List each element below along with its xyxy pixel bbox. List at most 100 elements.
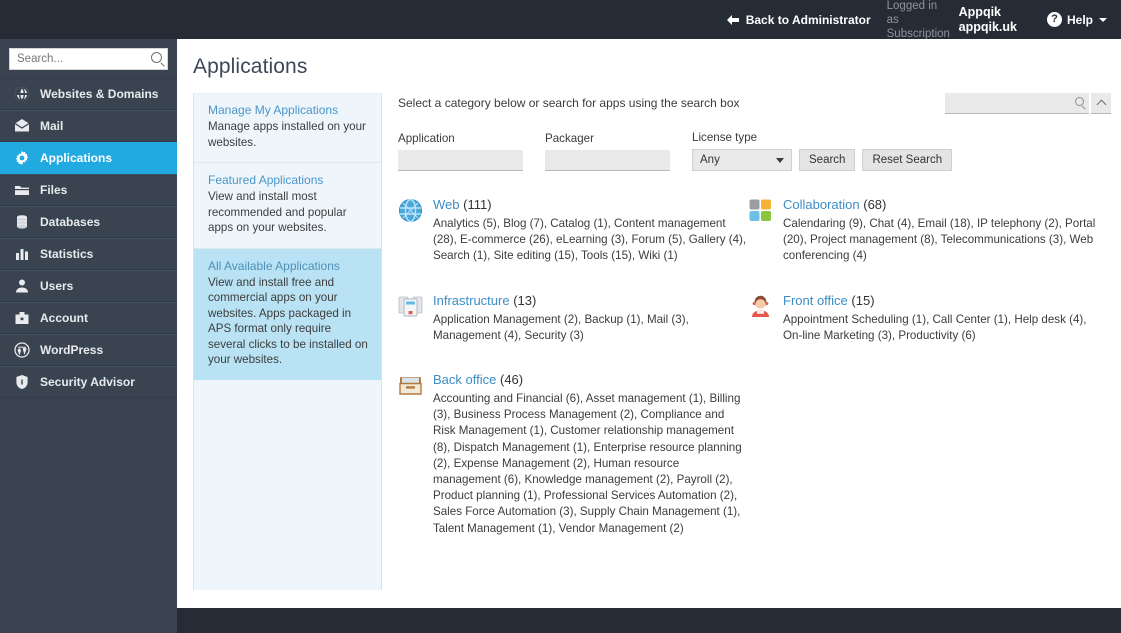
category-link[interactable]: Collaboration <box>783 197 860 212</box>
logged-in-block: Logged in as Subscription Appqik appqik.… <box>887 0 1017 41</box>
category-title: Infrastructure (13) <box>433 293 748 309</box>
sidebar-item-users[interactable]: Users <box>0 270 177 302</box>
sidebar-item-websites-domains[interactable]: Websites & Domains <box>0 78 177 110</box>
help-label: Help <box>1066 12 1093 27</box>
apps-search-field[interactable] <box>945 93 1089 114</box>
packager-filter-label: Packager <box>545 132 594 145</box>
category-body: Infrastructure (13) Application Managemen… <box>433 293 748 344</box>
sidebar-item-label: WordPress <box>40 343 104 357</box>
inbox-tray-icon <box>398 373 423 398</box>
application-filter-input[interactable] <box>398 150 523 171</box>
category-body: Back office (46) Accounting and Financial… <box>433 372 748 537</box>
briefcase-icon <box>14 310 30 326</box>
sidebar-item-security-advisor[interactable]: Security Advisor <box>0 366 177 398</box>
plesk-applications-page: Back to Administrator Logged in as Subsc… <box>0 0 1121 633</box>
category-body: Collaboration (68) Calendaring (9), Chat … <box>783 197 1098 265</box>
category-count: (68) <box>863 197 887 212</box>
footer-sidebar-bar <box>0 608 177 633</box>
sidebar-item-label: Security Advisor <box>40 375 135 389</box>
sidebar-item-label: Users <box>40 279 74 293</box>
back-arrow-icon <box>726 14 740 26</box>
category-subcategories[interactable]: Appointment Scheduling (1), Call Center … <box>783 312 1098 344</box>
category-infrastructure: Infrastructure (13) Application Managemen… <box>398 293 748 344</box>
search-icon[interactable] <box>151 52 162 63</box>
chevron-up-icon <box>1096 99 1106 110</box>
search-input[interactable] <box>10 49 167 69</box>
globe-icon <box>14 86 30 102</box>
logged-in-as-label: Logged in as Subscription <box>886 0 950 40</box>
help-menu[interactable]: ? Help <box>1046 12 1107 27</box>
apps-search-input[interactable] <box>945 93 1089 113</box>
license-filter-label: License type <box>692 131 758 144</box>
packager-filter: Packager <box>545 132 670 171</box>
packager-filter-input[interactable] <box>545 150 670 171</box>
main-content: Applications Manage My Applications Manag… <box>177 39 1121 608</box>
page-title: Applications <box>193 55 308 78</box>
sidebar-item-mail[interactable]: Mail <box>0 110 177 142</box>
sidebar-item-label: Files <box>40 183 68 197</box>
search-button[interactable]: Search <box>799 149 856 171</box>
category-grid: Web (111) Analytics (5), Blog (7), Catalo… <box>398 197 1111 565</box>
sidebar-item-wordpress[interactable]: WordPress <box>0 334 177 366</box>
info-block-description: View and install free and commercial app… <box>208 275 368 367</box>
sidebar-nav-list: Websites & Domains Mail Applications Files D… <box>0 78 177 398</box>
category-front-office: Front office (15) Appointment Scheduling … <box>748 293 1098 344</box>
sidebar-item-files[interactable]: Files <box>0 174 177 206</box>
sidebar-search-box[interactable] <box>9 48 168 70</box>
back-to-administrator-link[interactable]: Back to Administrator <box>726 13 871 27</box>
info-block-all-available-applications[interactable]: All Available Applications View and insta… <box>194 248 381 380</box>
category-title: Web (111) <box>433 197 748 213</box>
top-search-group <box>945 93 1111 114</box>
shield-icon <box>14 374 30 390</box>
info-block-description: View and install most recommended and po… <box>208 190 347 234</box>
sidebar-item-databases[interactable]: Databases <box>0 206 177 238</box>
sidebar: Websites & Domains Mail Applications Files D… <box>0 39 177 633</box>
sidebar-item-applications[interactable]: Applications <box>0 142 177 174</box>
info-block-link[interactable]: All Available Applications <box>208 259 369 273</box>
gear-icon <box>14 150 30 166</box>
category-link[interactable]: Back office <box>433 372 496 387</box>
help-icon: ? <box>1046 12 1062 27</box>
bar-chart-icon <box>14 246 30 262</box>
web-globe-icon <box>398 198 423 223</box>
sidebar-item-label: Databases <box>40 215 101 229</box>
category-back-office: Back office (46) Accounting and Financial… <box>398 372 748 537</box>
info-block-link[interactable]: Manage My Applications <box>208 103 369 117</box>
search-icon[interactable] <box>1075 97 1084 106</box>
category-link[interactable]: Web <box>433 197 460 212</box>
category-subcategories[interactable]: Analytics (5), Blog (7), Catalog (1), Co… <box>433 216 748 265</box>
category-count: (46) <box>499 372 524 388</box>
user-domain: appqik.uk <box>958 19 1017 34</box>
sidebar-item-account[interactable]: Account <box>0 302 177 334</box>
collapse-filters-button[interactable] <box>1091 93 1111 114</box>
category-subcategories[interactable]: Calendaring (9), Chat (4), Email (18), I… <box>783 216 1098 265</box>
category-count: (111) <box>463 197 492 212</box>
results-area: Select a category below or search for ap… <box>382 93 1121 565</box>
category-link[interactable]: Front office <box>783 293 848 308</box>
user-icon <box>14 278 30 294</box>
info-block-link[interactable]: Featured Applications <box>208 173 369 187</box>
hint-text: Select a category below or search for ap… <box>398 96 740 110</box>
hint-row: Select a category below or search for ap… <box>398 93 1111 114</box>
license-select-wrap[interactable]: Any <box>692 149 792 171</box>
collaboration-squares-icon <box>748 198 773 223</box>
reset-search-button[interactable]: Reset Search <box>862 149 953 171</box>
category-web: Web (111) Analytics (5), Blog (7), Catalo… <box>398 197 748 265</box>
category-count: (15) <box>851 292 875 308</box>
category-subcategories[interactable]: Application Management (2), Backup (1), … <box>433 312 748 344</box>
info-block-featured-applications[interactable]: Featured Applications View and install mo… <box>194 163 381 249</box>
chevron-down-icon <box>776 158 784 163</box>
folder-icon <box>14 182 30 198</box>
category-subcategories[interactable]: Accounting and Financial (6), Asset mana… <box>433 391 748 537</box>
category-body: Web (111) Analytics (5), Blog (7), Catalo… <box>433 197 748 265</box>
info-block-manage-my-applications[interactable]: Manage My Applications Manage apps instal… <box>194 93 381 163</box>
category-title: Back office (46) <box>433 372 748 388</box>
application-filter: Application <box>398 132 523 171</box>
license-filter: License type Any <box>692 131 792 171</box>
category-count: (13) <box>513 292 537 308</box>
category-title: Collaboration (68) <box>783 197 1098 213</box>
category-link[interactable]: Infrastructure <box>433 293 510 308</box>
user-identity[interactable]: Appqik appqik.uk <box>959 5 1017 35</box>
sidebar-item-statistics[interactable]: Statistics <box>0 238 177 270</box>
servers-icon <box>398 294 423 319</box>
